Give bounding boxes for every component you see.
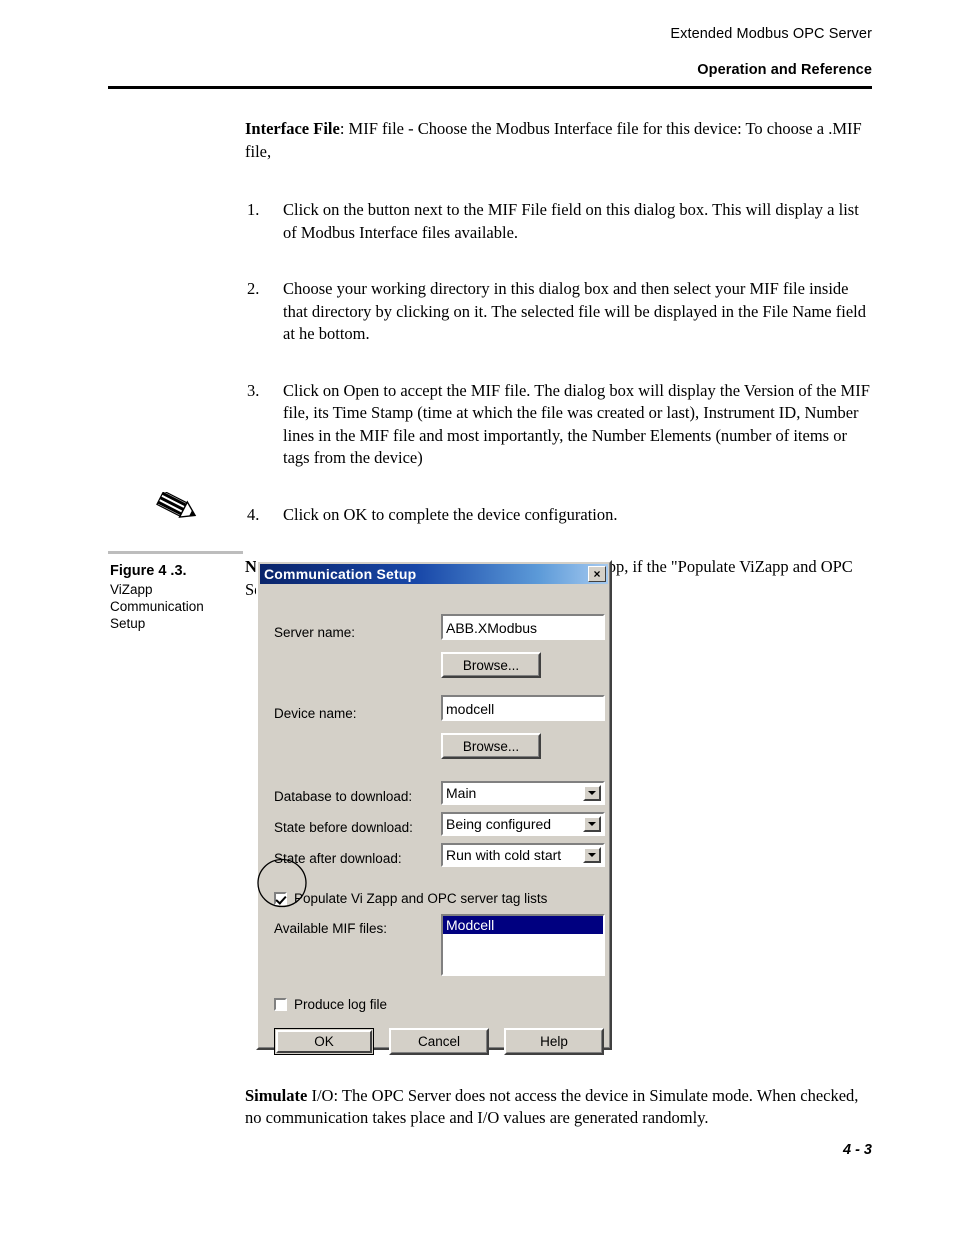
- produce-log-file-checkbox-row[interactable]: Produce log file: [274, 997, 387, 1012]
- help-button[interactable]: Help: [504, 1028, 604, 1055]
- produce-log-file-label: Produce log file: [294, 997, 388, 1012]
- server-name-input[interactable]: ABB.XModbus: [441, 614, 605, 640]
- simulate-label: Simulate: [245, 1085, 308, 1105]
- page-header: Extended Modbus OPC Server Operation and…: [108, 24, 872, 80]
- step-text: Choose your working directory in this di…: [283, 279, 866, 343]
- device-browse-button[interactable]: Browse...: [441, 733, 541, 759]
- help-button-label: Help: [506, 1030, 602, 1053]
- state-after-download-select[interactable]: Run with cold start: [441, 843, 605, 867]
- step-number: 2.: [247, 279, 260, 298]
- page-number: 4 - 3: [842, 1142, 872, 1158]
- available-mif-files-listbox[interactable]: Modcell: [441, 914, 605, 976]
- ok-button[interactable]: OK: [274, 1028, 374, 1055]
- intro-paragraph: Interface File: MIF file - Choose the Mo…: [245, 118, 875, 163]
- step-number: 1.: [247, 200, 260, 219]
- close-icon[interactable]: ×: [588, 566, 606, 582]
- checkbox-icon[interactable]: [274, 998, 287, 1011]
- chevron-down-icon[interactable]: [583, 847, 601, 863]
- server-browse-button-label: Browse...: [443, 654, 539, 676]
- document-body: Interface File: MIF file - Choose the Mo…: [245, 118, 875, 618]
- chevron-down-icon[interactable]: [583, 785, 601, 801]
- figure-caption-line-3: Setup: [110, 616, 146, 631]
- header-product-title: Extended Modbus OPC Server: [670, 26, 872, 42]
- ok-button-label: OK: [276, 1030, 372, 1053]
- populate-tag-lists-checkbox-row[interactable]: Populate Vi Zapp and OPC server tag list…: [274, 891, 547, 906]
- communication-setup-dialog: Communication Setup × Server name: ABB.X…: [256, 560, 612, 1055]
- figure-caption: Figure 4 .3. ViZapp Communication Setup: [110, 563, 250, 632]
- figure-caption-title: Figure 4 .3.: [110, 563, 187, 579]
- list-item: 4. Click on OK to complete the device co…: [245, 504, 875, 527]
- device-name-label: Device name:: [274, 706, 357, 721]
- state-before-download-select[interactable]: Being configured: [441, 812, 605, 836]
- state-before-download-value: Being configured: [446, 816, 552, 832]
- device-name-input[interactable]: modcell: [441, 695, 605, 721]
- step-number: 3.: [247, 380, 260, 400]
- figure-caption-line-1: ViZapp: [110, 582, 153, 597]
- list-item[interactable]: Modcell: [443, 916, 603, 934]
- intro-paragraph-bold: Interface File: [245, 119, 340, 138]
- pencil-note-icon: [155, 490, 199, 526]
- list-item: 3. Click on Open to accept the MIF file.…: [245, 380, 875, 470]
- dialog-title: Communication Setup: [264, 566, 417, 582]
- step-text: Click on Open to accept the MIF file. Th…: [283, 380, 870, 468]
- figure-caption-rule: [108, 551, 243, 554]
- available-mif-files-label: Available MIF files:: [274, 921, 388, 936]
- device-browse-button-label: Browse...: [443, 735, 539, 757]
- database-to-download-value: Main: [446, 785, 477, 801]
- list-item: 1. Click on the button next to the MIF F…: [245, 199, 875, 244]
- server-name-label: Server name:: [274, 625, 356, 640]
- header-section-title: Operation and Reference: [697, 62, 872, 78]
- simulate-text: I/O: The OPC Server does not access the …: [245, 1085, 859, 1128]
- step-number: 4.: [247, 504, 260, 524]
- simulate-paragraph: Simulate I/O: The OPC Server does not ac…: [245, 1085, 875, 1130]
- dialog-titlebar[interactable]: Communication Setup ×: [260, 564, 608, 584]
- step-text: Click on the button next to the MIF File…: [283, 200, 859, 242]
- checkbox-icon[interactable]: [274, 892, 287, 905]
- dialog-body: Server name: ABB.XModbus Browse... Devic…: [260, 586, 608, 1055]
- figure-caption-line-2: Communication: [110, 599, 204, 614]
- populate-tag-lists-label: Populate Vi Zapp and OPC server tag list…: [294, 891, 548, 906]
- cancel-button-label: Cancel: [391, 1030, 487, 1053]
- step-text: Click on OK to complete the device confi…: [283, 504, 618, 524]
- state-after-download-value: Run with cold start: [446, 847, 562, 863]
- server-browse-button[interactable]: Browse...: [441, 652, 541, 678]
- state-after-download-label: State after download:: [274, 851, 402, 866]
- database-to-download-select[interactable]: Main: [441, 781, 605, 805]
- state-before-download-label: State before download:: [274, 820, 413, 835]
- database-to-download-label: Database to download:: [274, 789, 413, 804]
- numbered-step-list: 1. Click on the button next to the MIF F…: [245, 199, 875, 526]
- list-item: 2. Choose your working directory in this…: [245, 278, 875, 346]
- cancel-button[interactable]: Cancel: [389, 1028, 489, 1055]
- header-divider-rule: [108, 86, 872, 89]
- chevron-down-icon[interactable]: [583, 816, 601, 832]
